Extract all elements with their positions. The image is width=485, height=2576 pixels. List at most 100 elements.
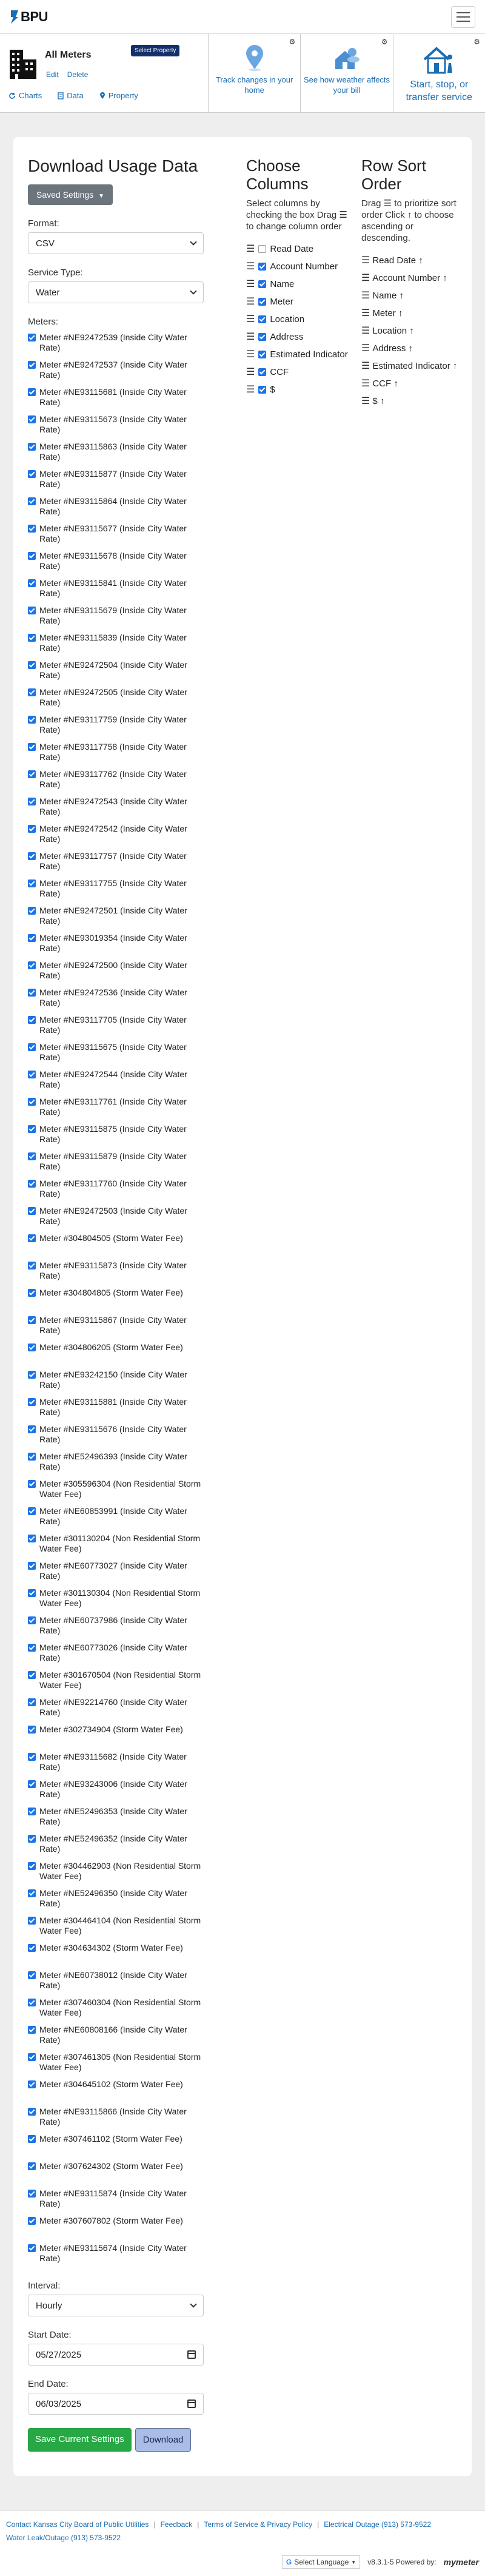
drag-handle-icon[interactable]: ☰ xyxy=(246,349,255,360)
drag-handle-icon[interactable]: ☰ xyxy=(246,384,255,395)
drag-handle-icon[interactable]: ☰ xyxy=(361,325,370,337)
save-settings-button[interactable]: Save Current Settings xyxy=(28,2428,132,2452)
property-link[interactable]: Property xyxy=(99,91,138,100)
meter-checkbox-row[interactable]: Meter #304462903 (Non Residential Storm … xyxy=(28,1859,204,1886)
meter-checkbox-row[interactable]: Meter #302734904 (Storm Water Fee) xyxy=(28,1723,204,1750)
meter-checkbox-row[interactable]: Meter #NE93115866 (Inside City Water Rat… xyxy=(28,2105,204,2132)
sort-item[interactable]: ☰ $ ↑ xyxy=(361,395,464,407)
column-item[interactable]: ☰ $ xyxy=(246,384,349,395)
meter-checkbox[interactable] xyxy=(28,470,36,478)
meter-checkbox-row[interactable]: Meter #304464104 (Non Residential Storm … xyxy=(28,1914,204,1941)
drag-handle-icon[interactable]: ☰ xyxy=(361,343,370,354)
column-checkbox[interactable] xyxy=(258,333,267,341)
meter-checkbox-row[interactable]: Meter #NE93115874 (Inside City Water Rat… xyxy=(28,2187,204,2214)
meter-checkbox[interactable] xyxy=(28,1999,36,2006)
meter-checkbox-row[interactable]: Meter #NE93115681 (Inside City Water Rat… xyxy=(28,385,204,412)
meter-checkbox[interactable] xyxy=(28,361,36,369)
meter-checkbox-row[interactable]: Meter #307461102 (Storm Water Fee) xyxy=(28,2132,204,2159)
meter-checkbox[interactable] xyxy=(28,1917,36,1925)
sort-item[interactable]: ☰ Location ↑ xyxy=(361,325,464,337)
logo[interactable]: BPU xyxy=(10,9,48,25)
meter-checkbox[interactable] xyxy=(28,2217,36,2225)
column-item[interactable]: ☰ Location xyxy=(246,314,349,325)
meter-checkbox[interactable] xyxy=(28,1835,36,1843)
footer-link[interactable]: Contact Kansas City Board of Public Util… xyxy=(6,2520,149,2529)
meter-checkbox[interactable] xyxy=(28,525,36,533)
meter-checkbox-row[interactable]: Meter #NE93115678 (Inside City Water Rat… xyxy=(28,549,204,576)
drag-handle-icon[interactable]: ☰ xyxy=(246,331,255,343)
column-item[interactable]: ☰ Read Date xyxy=(246,243,349,255)
meter-checkbox[interactable] xyxy=(28,1780,36,1788)
meter-checkbox-row[interactable]: Meter #NE93117755 (Inside City Water Rat… xyxy=(28,876,204,904)
meter-checkbox[interactable] xyxy=(28,443,36,451)
meter-checkbox-row[interactable]: Meter #NE93115881 (Inside City Water Rat… xyxy=(28,1395,204,1422)
meter-checkbox[interactable] xyxy=(28,2053,36,2061)
meter-checkbox[interactable] xyxy=(28,1562,36,1570)
meter-checkbox-row[interactable]: Meter #NE92472543 (Inside City Water Rat… xyxy=(28,795,204,822)
meter-checkbox-row[interactable]: Meter #NE93115841 (Inside City Water Rat… xyxy=(28,576,204,604)
interval-select[interactable]: Hourly xyxy=(28,2295,204,2316)
drag-handle-icon[interactable]: ☰ xyxy=(361,290,370,301)
meter-checkbox-row[interactable]: Meter #304645102 (Storm Water Fee) xyxy=(28,2077,204,2105)
meter-checkbox[interactable] xyxy=(28,2244,36,2252)
column-checkbox[interactable] xyxy=(258,245,267,253)
gear-icon[interactable]: ⚙ xyxy=(289,38,296,46)
column-checkbox[interactable] xyxy=(258,351,267,358)
meter-checkbox[interactable] xyxy=(28,415,36,423)
drag-handle-icon[interactable]: ☰ xyxy=(246,243,255,255)
meter-checkbox-row[interactable]: Meter #NE92472504 (Inside City Water Rat… xyxy=(28,658,204,685)
track-changes-tile[interactable]: ⚙ Track changes in your home xyxy=(209,34,301,112)
meter-checkbox-row[interactable]: Meter #NE60773027 (Inside City Water Rat… xyxy=(28,1559,204,1586)
column-checkbox[interactable] xyxy=(258,298,267,306)
sort-label[interactable]: $ ↑ xyxy=(372,395,384,407)
meter-checkbox[interactable] xyxy=(28,1862,36,1870)
meter-checkbox-row[interactable]: Meter #301670504 (Non Residential Storm … xyxy=(28,1668,204,1695)
meter-checkbox-row[interactable]: Meter #304804505 (Storm Water Fee) xyxy=(28,1231,204,1259)
sort-item[interactable]: ☰ Name ↑ xyxy=(361,290,464,301)
meter-checkbox-row[interactable]: Meter #NE93117760 (Inside City Water Rat… xyxy=(28,1177,204,1204)
sort-label[interactable]: Read Date ↑ xyxy=(372,255,423,266)
meter-checkbox-row[interactable]: Meter #NE93115873 (Inside City Water Rat… xyxy=(28,1259,204,1286)
meter-checkbox-row[interactable]: Meter #NE93117762 (Inside City Water Rat… xyxy=(28,767,204,795)
meter-checkbox[interactable] xyxy=(28,2162,36,2170)
meter-checkbox-row[interactable]: Meter #NE60773026 (Inside City Water Rat… xyxy=(28,1641,204,1668)
meter-checkbox-row[interactable]: Meter #NE93117705 (Inside City Water Rat… xyxy=(28,1013,204,1040)
meter-checkbox-row[interactable]: Meter #NE92472539 (Inside City Water Rat… xyxy=(28,331,204,358)
meter-checkbox[interactable] xyxy=(28,1889,36,1897)
meter-checkbox-row[interactable]: Meter #304634302 (Storm Water Fee) xyxy=(28,1941,204,1968)
gear-icon[interactable]: ⚙ xyxy=(381,38,388,46)
delete-link[interactable]: Delete xyxy=(67,70,89,79)
meter-checkbox[interactable] xyxy=(28,1016,36,1024)
meter-checkbox[interactable] xyxy=(28,1207,36,1215)
meter-checkbox[interactable] xyxy=(28,688,36,696)
charts-link[interactable]: Charts xyxy=(8,91,42,100)
meter-checkbox[interactable] xyxy=(28,1480,36,1488)
meter-checkbox[interactable] xyxy=(28,1616,36,1624)
meter-checkbox[interactable] xyxy=(28,1453,36,1461)
meter-checkbox-row[interactable]: Meter #NE52496393 (Inside City Water Rat… xyxy=(28,1450,204,1477)
footer-link[interactable]: Terms of Service & Privacy Policy xyxy=(204,2520,312,2529)
drag-handle-icon[interactable]: ☰ xyxy=(361,395,370,407)
meter-checkbox-row[interactable]: Meter #NE92472542 (Inside City Water Rat… xyxy=(28,822,204,849)
drag-handle-icon[interactable]: ☰ xyxy=(361,255,370,266)
drag-handle-icon[interactable]: ☰ xyxy=(246,278,255,290)
meter-checkbox-row[interactable]: Meter #NE93115879 (Inside City Water Rat… xyxy=(28,1149,204,1177)
meter-checkbox-row[interactable]: Meter #307624302 (Storm Water Fee) xyxy=(28,2159,204,2187)
meter-checkbox-row[interactable]: Meter #NE93117758 (Inside City Water Rat… xyxy=(28,740,204,767)
drag-handle-icon[interactable]: ☰ xyxy=(361,308,370,319)
meter-checkbox[interactable] xyxy=(28,1398,36,1406)
meter-checkbox[interactable] xyxy=(28,852,36,860)
select-property-button[interactable]: Select Property xyxy=(131,45,180,56)
meter-checkbox-row[interactable]: Meter #NE93115867 (Inside City Water Rat… xyxy=(28,1313,204,1340)
drag-handle-icon[interactable]: ☰ xyxy=(361,360,370,372)
meter-checkbox[interactable] xyxy=(28,1125,36,1133)
meter-checkbox-row[interactable]: Meter #NE93115676 (Inside City Water Rat… xyxy=(28,1422,204,1450)
meter-checkbox[interactable] xyxy=(28,1644,36,1652)
drag-handle-icon[interactable]: ☰ xyxy=(361,378,370,389)
meter-checkbox-row[interactable]: Meter #NE93115863 (Inside City Water Rat… xyxy=(28,440,204,467)
meter-checkbox[interactable] xyxy=(28,1726,36,1734)
meter-checkbox-row[interactable]: Meter #NE93115875 (Inside City Water Rat… xyxy=(28,1122,204,1149)
sort-label[interactable]: Meter ↑ xyxy=(372,308,403,319)
meter-checkbox-row[interactable]: Meter #NE93019354 (Inside City Water Rat… xyxy=(28,931,204,958)
drag-handle-icon[interactable]: ☰ xyxy=(246,261,255,272)
